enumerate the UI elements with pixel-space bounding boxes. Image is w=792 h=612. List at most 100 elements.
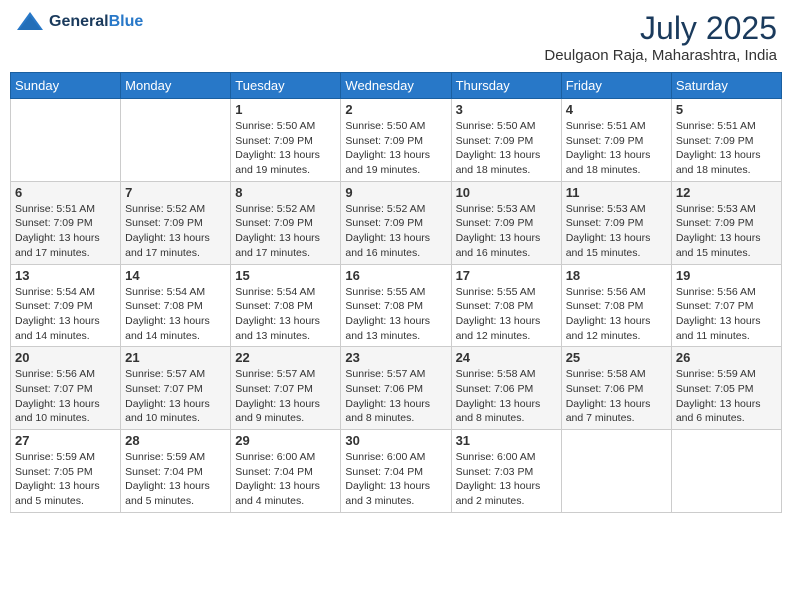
day-number: 17 — [456, 268, 557, 283]
table-row: 13 Sunrise: 5:54 AM Sunset: 7:09 PM Dayli… — [11, 264, 121, 347]
day-number: 4 — [566, 102, 667, 117]
table-row: 28Sunrise: 5:59 AM Sunset: 7:04 PM Dayli… — [121, 430, 231, 513]
day-number: 22 — [235, 350, 336, 365]
table-row: 1 Sunrise: 5:50 AM Sunset: 7:09 PM Daylig… — [231, 99, 341, 182]
day-number: 7 — [125, 185, 226, 200]
day-info: Sunrise: 5:53 AM Sunset: 7:09 PM Dayligh… — [566, 202, 667, 261]
day-info: Sunrise: 5:52 AM Sunset: 7:09 PM Dayligh… — [235, 202, 336, 261]
table-row: 24Sunrise: 5:58 AM Sunset: 7:06 PM Dayli… — [451, 347, 561, 430]
day-info: Sunrise: 5:51 AM Sunset: 7:09 PM Dayligh… — [566, 119, 667, 178]
logo: GeneralBlue — [15, 10, 143, 34]
title-block: July 2025 Deulgaon Raja, Maharashtra, In… — [544, 10, 777, 64]
day-info: Sunrise: 6:00 AM Sunset: 7:03 PM Dayligh… — [456, 450, 557, 509]
logo-wordmark: GeneralBlue — [49, 13, 143, 31]
header-monday: Monday — [121, 73, 231, 99]
day-info: Sunrise: 5:58 AM Sunset: 7:06 PM Dayligh… — [566, 367, 667, 426]
table-row: 12 Sunrise: 5:53 AM Sunset: 7:09 PM Dayli… — [671, 181, 781, 264]
day-info: Sunrise: 5:53 AM Sunset: 7:09 PM Dayligh… — [676, 202, 777, 261]
day-info: Sunrise: 5:54 AM Sunset: 7:09 PM Dayligh… — [15, 285, 116, 344]
day-number: 27 — [15, 433, 116, 448]
calendar-week-row: 6 Sunrise: 5:51 AM Sunset: 7:09 PM Daylig… — [11, 181, 782, 264]
day-info: Sunrise: 6:00 AM Sunset: 7:04 PM Dayligh… — [235, 450, 336, 509]
day-number: 16 — [345, 268, 446, 283]
day-info: Sunrise: 5:56 AM Sunset: 7:07 PM Dayligh… — [676, 285, 777, 344]
day-number: 15 — [235, 268, 336, 283]
day-info: Sunrise: 6:00 AM Sunset: 7:04 PM Dayligh… — [345, 450, 446, 509]
location-subtitle: Deulgaon Raja, Maharashtra, India — [544, 47, 777, 64]
table-row — [121, 99, 231, 182]
table-row: 20 Sunrise: 5:56 AM Sunset: 7:07 PM Dayli… — [11, 347, 121, 430]
table-row: 26Sunrise: 5:59 AM Sunset: 7:05 PM Dayli… — [671, 347, 781, 430]
day-number: 28 — [125, 433, 226, 448]
day-number: 11 — [566, 185, 667, 200]
table-row: 27 Sunrise: 5:59 AM Sunset: 7:05 PM Dayli… — [11, 430, 121, 513]
day-number: 5 — [676, 102, 777, 117]
day-info: Sunrise: 5:59 AM Sunset: 7:05 PM Dayligh… — [676, 367, 777, 426]
day-info: Sunrise: 5:58 AM Sunset: 7:06 PM Dayligh… — [456, 367, 557, 426]
day-number: 2 — [345, 102, 446, 117]
day-info: Sunrise: 5:50 AM Sunset: 7:09 PM Dayligh… — [235, 119, 336, 178]
table-row: 21 Sunrise: 5:57 AM Sunset: 7:07 PM Dayli… — [121, 347, 231, 430]
table-row — [671, 430, 781, 513]
table-row: 22 Sunrise: 5:57 AM Sunset: 7:07 PM Dayli… — [231, 347, 341, 430]
day-number: 23 — [345, 350, 446, 365]
table-row: 7 Sunrise: 5:52 AM Sunset: 7:09 PM Daylig… — [121, 181, 231, 264]
day-number: 13 — [15, 268, 116, 283]
header-sunday: Sunday — [11, 73, 121, 99]
day-info: Sunrise: 5:57 AM Sunset: 7:07 PM Dayligh… — [125, 367, 226, 426]
day-number: 1 — [235, 102, 336, 117]
day-info: Sunrise: 5:56 AM Sunset: 7:08 PM Dayligh… — [566, 285, 667, 344]
day-info: Sunrise: 5:53 AM Sunset: 7:09 PM Dayligh… — [456, 202, 557, 261]
day-number: 3 — [456, 102, 557, 117]
day-number: 25 — [566, 350, 667, 365]
table-row: 6 Sunrise: 5:51 AM Sunset: 7:09 PM Daylig… — [11, 181, 121, 264]
day-info: Sunrise: 5:56 AM Sunset: 7:07 PM Dayligh… — [15, 367, 116, 426]
calendar-week-row: 13 Sunrise: 5:54 AM Sunset: 7:09 PM Dayli… — [11, 264, 782, 347]
logo-general: General — [49, 13, 109, 30]
table-row: 19 Sunrise: 5:56 AM Sunset: 7:07 PM Dayli… — [671, 264, 781, 347]
table-row: 5 Sunrise: 5:51 AM Sunset: 7:09 PM Daylig… — [671, 99, 781, 182]
day-number: 20 — [15, 350, 116, 365]
day-number: 8 — [235, 185, 336, 200]
day-info: Sunrise: 5:54 AM Sunset: 7:08 PM Dayligh… — [125, 285, 226, 344]
logo-blue: Blue — [109, 13, 144, 30]
day-number: 9 — [345, 185, 446, 200]
day-info: Sunrise: 5:54 AM Sunset: 7:08 PM Dayligh… — [235, 285, 336, 344]
logo-icon — [15, 10, 45, 34]
calendar-week-row: 27 Sunrise: 5:59 AM Sunset: 7:05 PM Dayli… — [11, 430, 782, 513]
day-info: Sunrise: 5:51 AM Sunset: 7:09 PM Dayligh… — [676, 119, 777, 178]
table-row: 15 Sunrise: 5:54 AM Sunset: 7:08 PM Dayli… — [231, 264, 341, 347]
day-info: Sunrise: 5:57 AM Sunset: 7:07 PM Dayligh… — [235, 367, 336, 426]
day-info: Sunrise: 5:57 AM Sunset: 7:06 PM Dayligh… — [345, 367, 446, 426]
calendar-table: Sunday Monday Tuesday Wednesday Thursday… — [10, 72, 782, 513]
table-row: 16Sunrise: 5:55 AM Sunset: 7:08 PM Dayli… — [341, 264, 451, 347]
table-row: 23 Sunrise: 5:57 AM Sunset: 7:06 PM Dayli… — [341, 347, 451, 430]
header-saturday: Saturday — [671, 73, 781, 99]
day-number: 21 — [125, 350, 226, 365]
day-info: Sunrise: 5:52 AM Sunset: 7:09 PM Dayligh… — [345, 202, 446, 261]
page-header: GeneralBlue July 2025 Deulgaon Raja, Mah… — [10, 10, 782, 64]
table-row: 14 Sunrise: 5:54 AM Sunset: 7:08 PM Dayli… — [121, 264, 231, 347]
day-info: Sunrise: 5:50 AM Sunset: 7:09 PM Dayligh… — [456, 119, 557, 178]
day-number: 14 — [125, 268, 226, 283]
table-row: 9 Sunrise: 5:52 AM Sunset: 7:09 PM Daylig… — [341, 181, 451, 264]
day-number: 12 — [676, 185, 777, 200]
table-row: 17Sunrise: 5:55 AM Sunset: 7:08 PM Dayli… — [451, 264, 561, 347]
day-number: 19 — [676, 268, 777, 283]
day-number: 31 — [456, 433, 557, 448]
header-thursday: Thursday — [451, 73, 561, 99]
calendar-week-row: 1 Sunrise: 5:50 AM Sunset: 7:09 PM Daylig… — [11, 99, 782, 182]
table-row: 11 Sunrise: 5:53 AM Sunset: 7:09 PM Dayli… — [561, 181, 671, 264]
header-tuesday: Tuesday — [231, 73, 341, 99]
table-row: 18 Sunrise: 5:56 AM Sunset: 7:08 PM Dayli… — [561, 264, 671, 347]
table-row — [561, 430, 671, 513]
day-info: Sunrise: 5:51 AM Sunset: 7:09 PM Dayligh… — [15, 202, 116, 261]
day-info: Sunrise: 5:59 AM Sunset: 7:05 PM Dayligh… — [15, 450, 116, 509]
day-info: Sunrise: 5:52 AM Sunset: 7:09 PM Dayligh… — [125, 202, 226, 261]
table-row: 25 Sunrise: 5:58 AM Sunset: 7:06 PM Dayli… — [561, 347, 671, 430]
table-row: 29Sunrise: 6:00 AM Sunset: 7:04 PM Dayli… — [231, 430, 341, 513]
day-number: 10 — [456, 185, 557, 200]
day-number: 6 — [15, 185, 116, 200]
day-number: 18 — [566, 268, 667, 283]
table-row: 2Sunrise: 5:50 AM Sunset: 7:09 PM Daylig… — [341, 99, 451, 182]
